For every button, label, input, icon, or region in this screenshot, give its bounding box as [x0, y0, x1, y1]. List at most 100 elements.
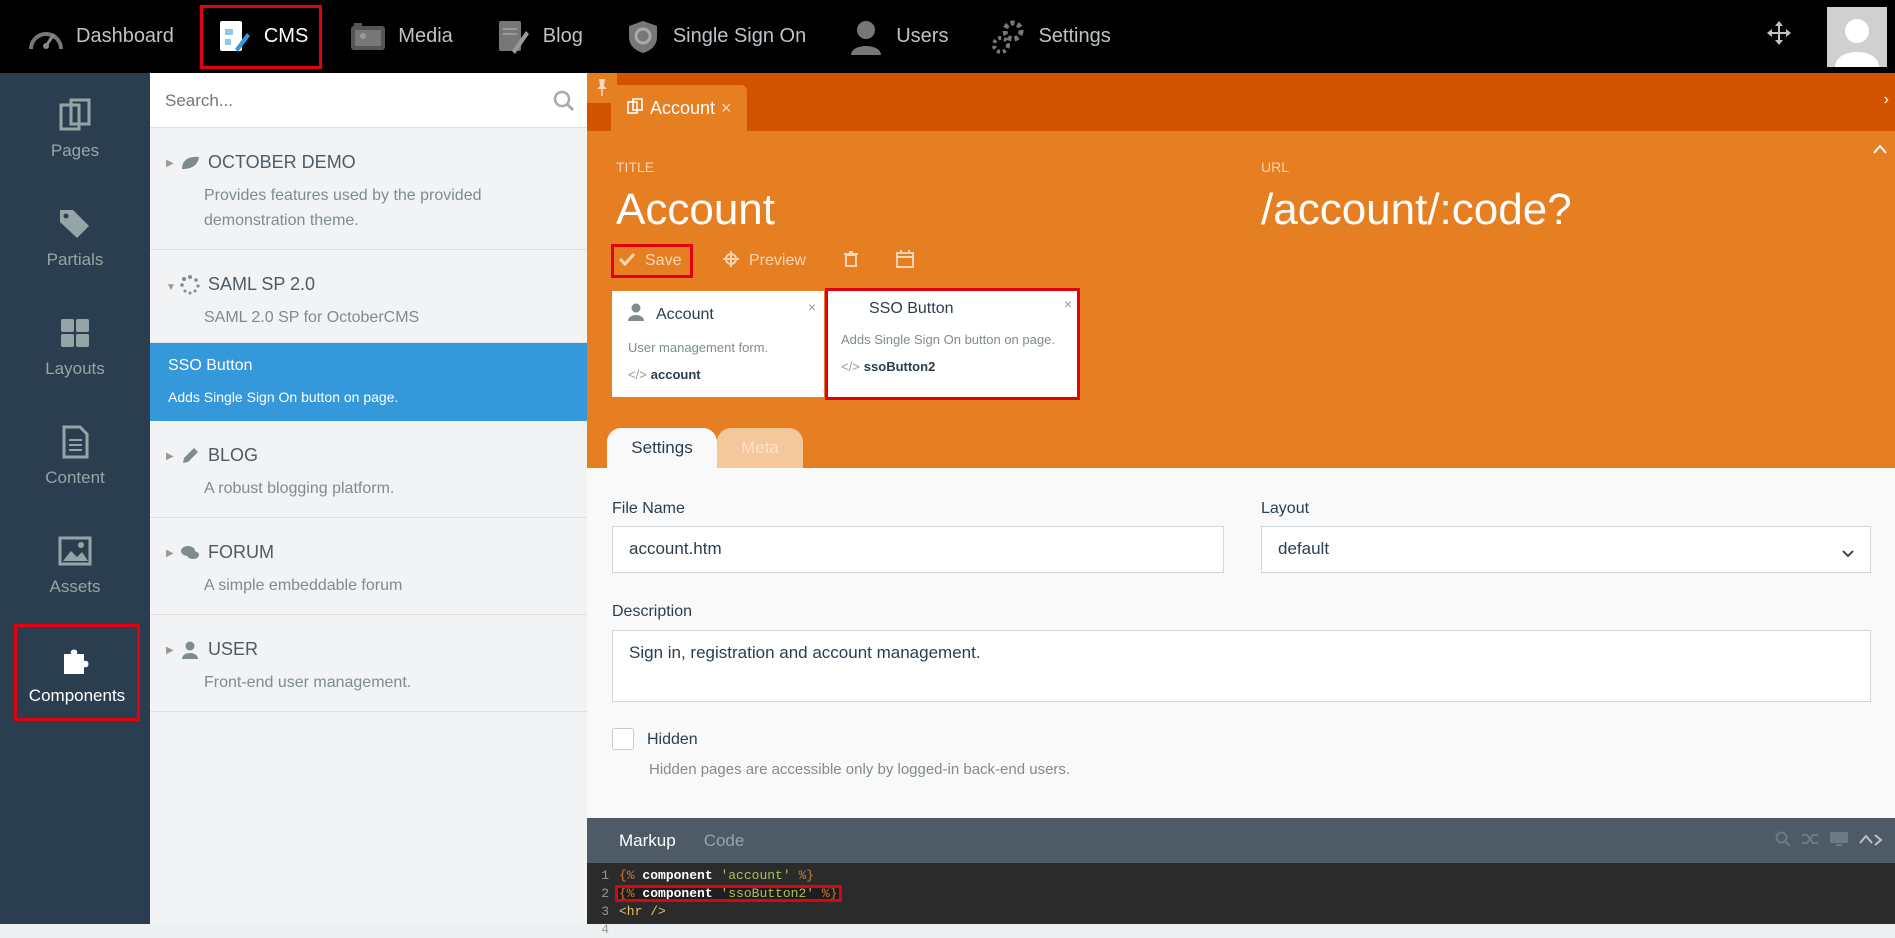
- component-card-sso-button[interactable]: SSO Button × Adds Single Sign On button …: [825, 288, 1080, 400]
- search-box: [150, 73, 587, 128]
- settings-icon: [988, 17, 1028, 57]
- group-desc: A simple embeddable forum: [204, 577, 403, 594]
- nav-sso[interactable]: Single Sign On: [609, 0, 820, 73]
- sidenav-content[interactable]: Content: [0, 400, 150, 509]
- title-input[interactable]: Account: [616, 185, 775, 235]
- tab-meta-label: Meta: [741, 438, 779, 457]
- code-line: 2 {% component 'ssoButton2' %}: [587, 884, 1895, 902]
- delete-button[interactable]: [836, 244, 866, 278]
- group-blog[interactable]: ▶ BLOG A robust blogging platform.: [150, 421, 587, 518]
- group-saml-sp[interactable]: ▼ SAML SP 2.0 SAML 2.0 SP for OctoberCMS: [150, 250, 587, 343]
- nav-settings-label: Settings: [1038, 25, 1111, 47]
- search-icon[interactable]: [553, 90, 575, 117]
- nav-sso-label: Single Sign On: [672, 25, 807, 47]
- nav-blog[interactable]: Blog: [479, 0, 597, 73]
- editor-tools: [1775, 831, 1885, 852]
- pages-icon: [626, 97, 644, 120]
- hidden-help-text: Hidden pages are accessible only by logg…: [649, 761, 1071, 778]
- code-icon: </>: [841, 359, 860, 374]
- nav-users[interactable]: Users: [832, 0, 962, 73]
- layout-value: default: [1278, 539, 1330, 558]
- group-title: FORUM: [208, 542, 274, 562]
- preview-button[interactable]: Preview: [715, 244, 814, 278]
- shuffle-icon[interactable]: [1801, 831, 1819, 852]
- hidden-checkbox[interactable]: [612, 728, 634, 750]
- avatar[interactable]: [1827, 6, 1887, 67]
- search-input[interactable]: [150, 73, 587, 128]
- search-icon[interactable]: [1775, 831, 1791, 852]
- nav-settings[interactable]: Settings: [974, 0, 1124, 73]
- group-october-demo[interactable]: ▶ OCTOBER DEMO Provides features used by…: [150, 128, 587, 250]
- sidenav-assets[interactable]: Assets: [0, 509, 150, 618]
- sidenav-pages[interactable]: Pages: [0, 73, 150, 182]
- component-sso-button[interactable]: SSO Button Adds Single Sign On button on…: [150, 343, 587, 448]
- nav-media[interactable]: Media: [334, 0, 466, 73]
- component-title: SSO Button: [168, 357, 253, 374]
- card-alias: ssoButton2: [863, 359, 936, 374]
- tab-account[interactable]: Account ×: [611, 85, 747, 131]
- close-icon[interactable]: ×: [721, 98, 732, 119]
- card-desc: Adds Single Sign On button on page.: [841, 332, 1055, 347]
- expand-icon: ▶: [166, 548, 174, 559]
- expand-icon: ▶: [166, 451, 174, 462]
- sidenav-layouts[interactable]: Layouts: [0, 291, 150, 400]
- remove-component-icon[interactable]: ×: [808, 299, 816, 315]
- tab-code[interactable]: Code: [704, 831, 745, 851]
- nav-cms[interactable]: CMS: [199, 4, 323, 69]
- save-label: Save: [645, 252, 682, 269]
- top-navbar: Dashboard CMS Media Blog Single Sign On …: [0, 0, 1895, 73]
- line-number: 1: [601, 867, 609, 883]
- partials-icon: [55, 204, 95, 244]
- filename-input[interactable]: account.htm: [612, 526, 1224, 573]
- group-user[interactable]: ▶ USER Front-end user management.: [150, 615, 587, 712]
- chevron-right-icon[interactable]: ›: [1884, 91, 1889, 109]
- media-icon: [348, 17, 388, 57]
- spinner-icon: [180, 274, 200, 295]
- twig-string: 'ssoButton2': [720, 885, 815, 901]
- tab-settings-label: Settings: [631, 438, 693, 457]
- card-desc: User management form.: [628, 340, 769, 355]
- preview-label: Preview: [749, 252, 806, 269]
- leaf-icon: [180, 153, 200, 173]
- line-number: 3: [601, 903, 609, 919]
- monitor-icon[interactable]: [1829, 831, 1849, 852]
- sidenav-components-label: Components: [28, 685, 126, 705]
- twig-open: {%: [619, 867, 635, 883]
- layout-select[interactable]: default: [1261, 526, 1871, 573]
- crosshair-icon: [723, 250, 739, 272]
- group-desc: SAML 2.0 SP for OctoberCMS: [204, 309, 420, 326]
- layout-label: Layout: [1261, 500, 1310, 517]
- collapse-icon[interactable]: [1873, 141, 1887, 159]
- url-label: URL: [1261, 159, 1290, 175]
- group-title: BLOG: [208, 445, 259, 465]
- content-icon: [55, 422, 95, 462]
- sidenav-partials-label: Partials: [46, 249, 104, 269]
- remove-component-icon[interactable]: ×: [1064, 296, 1072, 312]
- schedule-button[interactable]: [888, 244, 922, 278]
- editor-content[interactable]: 1 {% component 'account' %} 2 {% compone…: [587, 863, 1895, 938]
- save-button[interactable]: Save: [611, 244, 693, 278]
- user-icon: [628, 303, 644, 326]
- trash-icon: [843, 250, 858, 272]
- assets-icon: [55, 531, 95, 571]
- expand-up-icon[interactable]: [1859, 831, 1885, 852]
- sidenav-partials[interactable]: Partials: [0, 182, 150, 291]
- sidenav-components[interactable]: Components: [14, 624, 140, 721]
- group-forum[interactable]: ▶ FORUM A simple embeddable forum: [150, 518, 587, 615]
- url-input[interactable]: /account/:code?: [1261, 185, 1572, 235]
- tab-markup[interactable]: Markup: [619, 831, 676, 851]
- component-card-account[interactable]: Account × User management form. </> accou…: [612, 291, 824, 397]
- nav-dashboard-label: Dashboard: [76, 25, 174, 47]
- sso-icon: [623, 17, 663, 57]
- move-icon[interactable]: [1766, 20, 1792, 53]
- nav-dashboard[interactable]: Dashboard: [12, 0, 188, 73]
- nav-blog-label: Blog: [542, 25, 583, 47]
- page-toolbar: Save Preview: [611, 244, 944, 278]
- components-panel: ▶ OCTOBER DEMO Provides features used by…: [150, 73, 587, 924]
- description-input[interactable]: Sign in, registration and account manage…: [612, 630, 1871, 702]
- tab-meta[interactable]: Meta: [717, 428, 803, 468]
- tab-settings[interactable]: Settings: [607, 428, 717, 468]
- cms-sidenav: Pages Partials Layouts Content Assets Co…: [0, 73, 150, 924]
- card-alias: account: [650, 367, 701, 382]
- nav-users-label: Users: [896, 25, 949, 47]
